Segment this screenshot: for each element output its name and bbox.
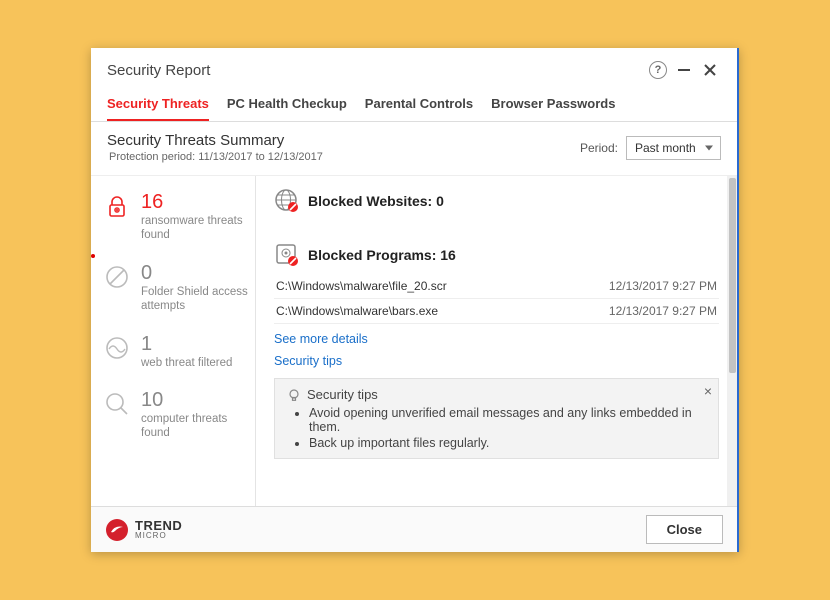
brand-sub: MICRO — [135, 532, 182, 539]
scroll-thumb[interactable] — [729, 178, 736, 373]
stat-ransomware-num: 16 — [141, 192, 249, 212]
protection-period: Protection period: 11/13/2017 to 12/13/2… — [107, 151, 580, 163]
stat-ransomware[interactable]: 16 ransomware threats found — [101, 188, 249, 259]
stat-folder-shield-num: 0 — [141, 263, 249, 283]
row-time: 12/13/2017 9:27 PM — [609, 279, 717, 293]
blocked-websites-count: 0 — [436, 193, 444, 209]
red-dot — [91, 254, 95, 258]
row-path: C:\Windows\malware\file_20.scr — [276, 279, 609, 293]
summary-title: Security Threats Summary — [107, 132, 580, 149]
table-row: C:\Windows\malware\file_20.scr 12/13/201… — [274, 274, 719, 299]
stat-computer-threats-num: 10 — [141, 390, 249, 410]
tab-pc-health-checkup[interactable]: PC Health Checkup — [227, 90, 347, 121]
period-select[interactable]: Past month — [626, 136, 721, 160]
tab-parental-controls[interactable]: Parental Controls — [365, 90, 473, 121]
brand-logo: TREND MICRO — [105, 518, 182, 542]
stat-folder-shield-label: Folder Shield access attempts — [141, 285, 249, 314]
tips-title: Security tips — [287, 387, 708, 402]
window-title: Security Report — [107, 62, 645, 79]
tips-title-text: Security tips — [307, 387, 378, 402]
titlebar: Security Report ? — [91, 48, 737, 90]
stat-computer-threats[interactable]: 10 computer threats found — [101, 386, 249, 457]
help-icon: ? — [649, 61, 667, 79]
row-path: C:\Windows\malware\bars.exe — [276, 304, 609, 318]
blocked-programs-title: Blocked Programs: 16 — [308, 247, 456, 263]
stat-web-threat-num: 1 — [141, 334, 249, 354]
blocked-websites-prefix: Blocked Websites: — [308, 193, 432, 209]
blocked-websites-head: Blocked Websites: 0 — [274, 188, 719, 214]
minimize-button[interactable] — [671, 58, 697, 82]
sidebar: 16 ransomware threats found 0 Folder Shi… — [91, 176, 256, 506]
blocked-programs-head: Blocked Programs: 16 — [274, 242, 719, 268]
tip-item: Back up important files regularly. — [309, 436, 708, 450]
globe-blocked-icon — [274, 188, 300, 214]
security-tips-link[interactable]: Security tips — [274, 354, 719, 368]
lock-icon — [103, 192, 131, 220]
see-more-link[interactable]: See more details — [274, 332, 719, 346]
period-value: Past month — [635, 141, 696, 155]
blocked-programs-count: 16 — [440, 247, 456, 263]
footer: TREND MICRO Close — [91, 506, 737, 552]
program-blocked-icon — [274, 242, 300, 268]
tips-close-button[interactable]: × — [704, 383, 712, 399]
summary-bar: Security Threats Summary Protection peri… — [91, 122, 737, 176]
blocked-programs-prefix: Blocked Programs: — [308, 247, 436, 263]
tabs: Security Threats PC Health Checkup Paren… — [91, 90, 737, 122]
stat-web-threat-label: web threat filtered — [141, 356, 249, 370]
body: 16 ransomware threats found 0 Folder Shi… — [91, 176, 737, 506]
stat-folder-shield[interactable]: 0 Folder Shield access attempts — [101, 259, 249, 330]
scrollbar[interactable] — [727, 176, 737, 506]
circle-slash-icon — [103, 263, 131, 291]
table-row: C:\Windows\malware\bars.exe 12/13/2017 9… — [274, 299, 719, 324]
stat-computer-threats-label: computer threats found — [141, 412, 249, 441]
security-report-window: Security Report ? Security Threats PC He… — [91, 48, 739, 552]
trend-micro-icon — [105, 518, 129, 542]
tip-item: Avoid opening unverified email messages … — [309, 406, 708, 434]
wave-icon — [103, 334, 131, 362]
lightbulb-icon — [287, 388, 301, 402]
tab-security-threats[interactable]: Security Threats — [107, 90, 209, 121]
security-tips-box: × Security tips Avoid opening unverified… — [274, 378, 719, 459]
row-time: 12/13/2017 9:27 PM — [609, 304, 717, 318]
magnify-icon — [103, 390, 131, 418]
stat-web-threat[interactable]: 1 web threat filtered — [101, 330, 249, 386]
brand-name: TREND — [135, 520, 182, 532]
close-window-button[interactable] — [697, 58, 723, 82]
main-panel: Blocked Websites: 0 Blocked Programs: 16… — [256, 176, 737, 506]
minimize-icon — [677, 63, 691, 77]
period-label: Period: — [580, 141, 618, 155]
blocked-websites-title: Blocked Websites: 0 — [308, 193, 444, 209]
tab-browser-passwords[interactable]: Browser Passwords — [491, 90, 615, 121]
close-button[interactable]: Close — [646, 515, 723, 544]
close-icon — [703, 63, 717, 77]
tips-list: Avoid opening unverified email messages … — [287, 406, 708, 450]
help-button[interactable]: ? — [645, 58, 671, 82]
stat-ransomware-label: ransomware threats found — [141, 214, 249, 243]
